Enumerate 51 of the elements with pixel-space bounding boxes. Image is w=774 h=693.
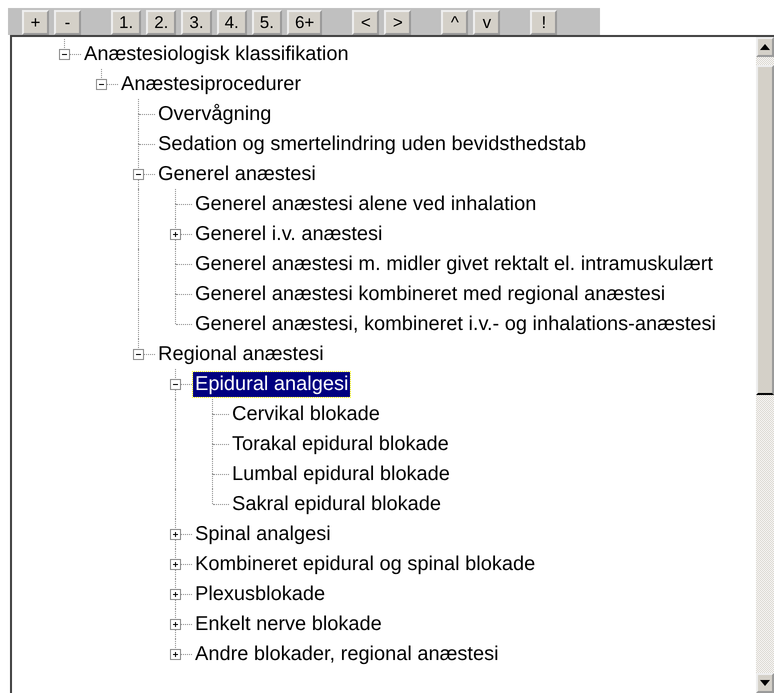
toolbar-button[interactable]: 6+ — [286, 10, 322, 35]
expand-toggle[interactable] — [170, 589, 181, 600]
expand-toggle[interactable] — [170, 229, 181, 240]
expand-toggle[interactable] — [170, 619, 181, 630]
toolbar-button[interactable]: 1. — [111, 10, 142, 35]
toolbar-button[interactable]: ! — [530, 10, 558, 35]
tree-item[interactable]: Enkelt nerve blokade — [193, 612, 384, 636]
toolbar-button[interactable]: ^ — [441, 10, 468, 35]
scroll-up-button[interactable] — [756, 37, 774, 57]
down-arrow-icon — [760, 680, 770, 686]
tree-item[interactable]: Plexusblokade — [193, 582, 328, 606]
tree-item[interactable]: Anæstesiprocedurer — [119, 72, 304, 96]
tree-item[interactable]: Torakal epidural blokade — [230, 432, 451, 456]
tree-item[interactable]: Andre blokader, regional anæstesi — [193, 642, 501, 666]
tree-item[interactable]: Anæstesiologisk klassifikation — [82, 42, 351, 66]
tree-item[interactable]: Generel anæstesi kombineret med regional anæstesi — [193, 282, 668, 306]
tree-item[interactable]: Epidural analgesi — [193, 372, 350, 396]
toolbar-button[interactable]: < — [352, 10, 380, 35]
tree-item[interactable]: Lumbal epidural blokade — [230, 462, 452, 486]
tree-item[interactable]: Generel anæstesi, kombineret i.v.- og inhalations-anæstesi — [193, 312, 718, 336]
collapse-toggle[interactable] — [96, 79, 107, 90]
collapse-toggle[interactable] — [170, 379, 181, 390]
toolbar-button[interactable]: > — [384, 10, 412, 35]
expand-toggle[interactable] — [170, 649, 181, 660]
tree-item[interactable]: Spinal analgesi — [193, 522, 333, 546]
up-arrow-icon — [760, 44, 770, 50]
toolbar-button[interactable]: - — [54, 10, 81, 35]
collapse-toggle[interactable] — [133, 169, 144, 180]
scroll-down-button[interactable] — [756, 673, 774, 693]
expand-toggle[interactable] — [170, 559, 181, 570]
tree-item[interactable]: Sakral epidural blokade — [230, 492, 444, 516]
tree-item[interactable]: Sedation og smertelindring uden bevidsthedstab — [156, 132, 588, 156]
tree-item[interactable]: Regional anæstesi — [156, 342, 326, 366]
toolbar-button[interactable]: 3. — [181, 10, 212, 35]
tree-item[interactable]: Kombineret epidural og spinal blokade — [193, 552, 538, 576]
vertical-scrollbar[interactable] — [756, 37, 774, 693]
collapse-toggle[interactable] — [59, 49, 70, 60]
collapse-toggle[interactable] — [133, 349, 144, 360]
tree-item[interactable]: Generel anæstesi alene ved inhalation — [193, 192, 538, 216]
toolbar-button[interactable]: v — [473, 10, 500, 35]
toolbar-button[interactable]: 2. — [146, 10, 176, 35]
tree-item[interactable]: Generel i.v. anæstesi — [193, 222, 384, 246]
tree-item[interactable]: Generel anæstesi m. midler givet rektalt el. intramuskulært — [193, 252, 715, 276]
expand-toggle[interactable] — [170, 529, 181, 540]
scroll-thumb[interactable] — [756, 65, 774, 395]
toolbar-button[interactable]: 4. — [216, 10, 247, 35]
tree-item[interactable]: Generel anæstesi — [156, 162, 318, 186]
toolbar-button[interactable]: + — [22, 10, 49, 35]
tree-item[interactable]: Overvågning — [156, 102, 274, 126]
tree-item[interactable]: Cervikal blokade — [230, 402, 382, 426]
toolbar-button[interactable]: 5. — [252, 10, 282, 35]
